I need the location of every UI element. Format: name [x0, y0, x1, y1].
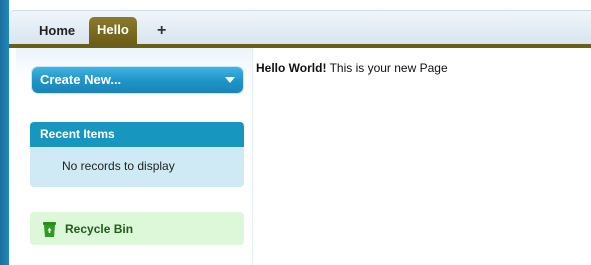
page-message: Hello World! This is your new Page — [256, 61, 448, 75]
tab-hello[interactable]: Hello — [89, 17, 137, 44]
create-new-button[interactable]: Create New... — [32, 67, 243, 93]
recycle-bin-icon — [43, 222, 56, 237]
message-bold: Hello World! — [256, 61, 327, 75]
create-new-label: Create New... — [40, 72, 122, 87]
recent-items-header: Recent Items — [30, 122, 244, 147]
message-text: This is your new Page — [326, 61, 448, 75]
recycle-bin-label: Recycle Bin — [65, 222, 134, 236]
recent-items-empty-text: No records to display — [62, 159, 175, 173]
recent-items-title: Recent Items — [40, 127, 115, 141]
left-edge-bar — [0, 0, 9, 265]
page-frame: Home Hello + Create New... Recent Items … — [0, 0, 591, 265]
add-tab-button[interactable]: + — [151, 18, 172, 44]
chevron-down-icon — [225, 77, 235, 83]
recent-items-body: No records to display — [30, 147, 244, 187]
recycle-bin-link[interactable]: Recycle Bin — [30, 212, 244, 245]
tab-home[interactable]: Home — [32, 18, 82, 44]
